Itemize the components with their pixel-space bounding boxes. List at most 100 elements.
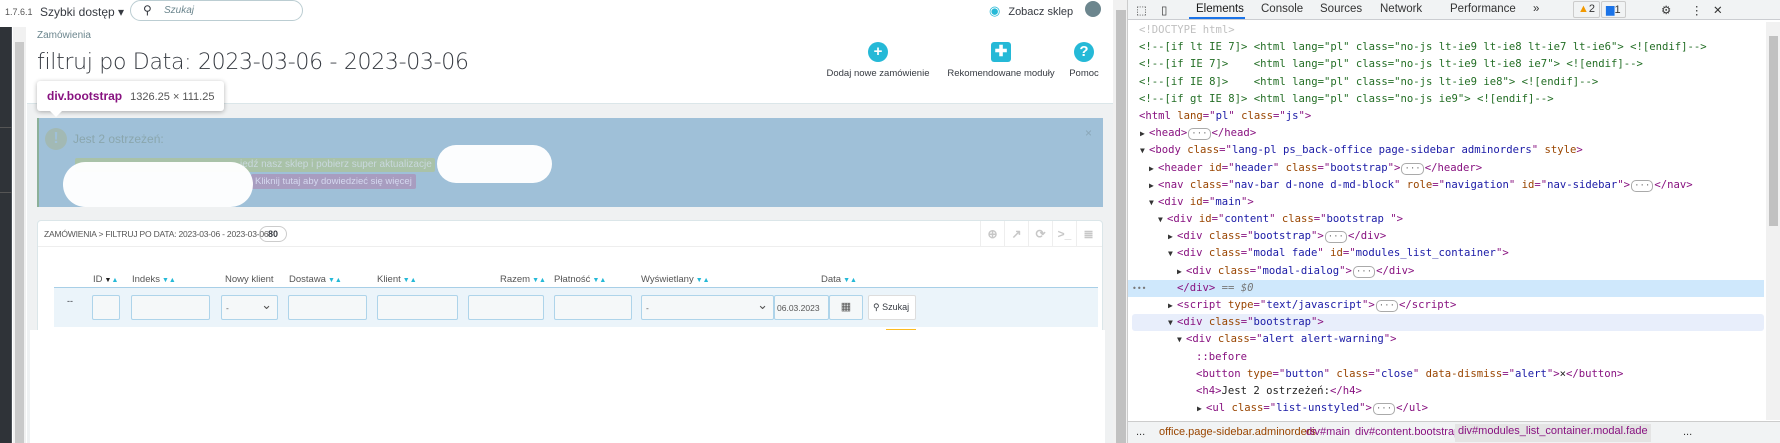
filter-delivery-input[interactable]	[288, 295, 367, 320]
filter-new-client-select[interactable]: -	[221, 295, 278, 320]
dom-node-line[interactable]: <button type="button" class="close" data…	[1128, 366, 1764, 383]
sidebar-scrollbar[interactable]	[13, 27, 26, 443]
expand-triangle-icon[interactable]: ▶	[1197, 400, 1202, 417]
breadcrumb-main[interactable]: div#main	[1306, 426, 1350, 438]
tab-elements[interactable]: Elements	[1196, 3, 1244, 15]
warnings-badge[interactable]: ▲2	[1573, 1, 1601, 18]
dom-node-line[interactable]: ▶ <header id="header" class="bootstrap"> ·…	[1128, 160, 1764, 177]
column-customer[interactable]: Klient ▼▲	[377, 274, 417, 285]
breadcrumb-more-right[interactable]: ...	[1683, 426, 1692, 438]
expand-triangle-icon[interactable]: ▶	[1149, 177, 1154, 194]
filter-customer-input[interactable]	[377, 295, 458, 320]
ellipsis-icon[interactable]: ···	[1631, 179, 1654, 192]
ellipsis-icon[interactable]: ···	[1188, 128, 1211, 141]
more-tabs-button[interactable]: »	[1533, 3, 1539, 15]
dom-node-line[interactable]: ••• </div> == $0	[1128, 279, 1764, 297]
tab-performance[interactable]: Performance	[1450, 3, 1516, 15]
sort-arrows-icon[interactable]: ▼▲	[532, 277, 546, 284]
dom-node-line[interactable]: ▶ <nav class="nav-bar d-none d-md-block" …	[1128, 177, 1764, 194]
dom-node-line[interactable]: ▼ <body class="lang-pl ps_back-office pag…	[1128, 142, 1764, 159]
recommended-modules-button[interactable]: ✚ Rekomendowane moduły	[942, 42, 1060, 79]
dom-node-line[interactable]: ▼ <div id="content" class="bootstrap ">	[1128, 211, 1764, 228]
device-toggle-icon[interactable]: ▯	[1161, 3, 1167, 17]
database-icon[interactable]: ≣	[1076, 221, 1100, 247]
tab-console[interactable]: Console	[1261, 3, 1303, 15]
sort-arrows-icon[interactable]: ▼▲	[403, 277, 417, 284]
filter-reference-input[interactable]	[131, 295, 210, 320]
breadcrumb-content[interactable]: div#content.bootstrap.	[1355, 426, 1463, 438]
export-icon[interactable]: ↗	[1004, 221, 1028, 247]
sql-terminal-icon[interactable]: >_	[1052, 221, 1076, 247]
close-icon[interactable]: ×	[1085, 126, 1092, 140]
tab-network[interactable]: Network	[1380, 3, 1422, 15]
sort-arrows-icon[interactable]: ▼▲	[105, 277, 119, 284]
column-payment[interactable]: Płatność ▼▲	[554, 274, 606, 285]
dom-node-line[interactable]: ▼ <div class="modal fade" id="modules_lis…	[1128, 245, 1764, 262]
filter-total-input[interactable]	[468, 295, 544, 320]
column-displayed[interactable]: Wyświetlany ▼▲	[641, 274, 710, 285]
dom-node-line[interactable]: <!--[if lt IE 7]> <html lang="pl" class=…	[1128, 39, 1764, 56]
refresh-icon[interactable]: ⟳	[1028, 221, 1052, 247]
expand-triangle-icon[interactable]: ▶	[1168, 228, 1173, 245]
dom-tree-scrollbar[interactable]	[1766, 22, 1780, 420]
filter-date-from-input[interactable]: 06.03.2023	[774, 295, 829, 320]
add-icon[interactable]: ⊕	[980, 221, 1004, 247]
column-delivery[interactable]: Dostawa ▼▲	[289, 274, 342, 285]
column-date[interactable]: Data ▼▲	[821, 274, 857, 285]
collapse-triangle-icon[interactable]: ▼	[1149, 194, 1154, 211]
breadcrumb[interactable]: Zamówienia	[37, 30, 91, 41]
collapse-triangle-icon[interactable]: ▼	[1177, 331, 1182, 348]
ellipsis-icon[interactable]: ···	[1324, 231, 1347, 244]
avatar[interactable]	[1085, 1, 1101, 17]
dom-node-line[interactable]: <!--[if IE 8]> <html lang="pl" class="no…	[1128, 74, 1764, 91]
dom-node-line[interactable]: ::before	[1128, 349, 1764, 366]
dom-node-line[interactable]: <!--[if IE 7]> <html lang="pl" class="no…	[1128, 56, 1764, 73]
sort-arrows-icon[interactable]: ▼▲	[162, 277, 176, 284]
ellipsis-icon[interactable]: ···	[1352, 265, 1376, 278]
messages-badge[interactable]: ▆1	[1601, 1, 1626, 18]
column-reference[interactable]: Indeks ▼▲	[132, 274, 176, 285]
dom-node-line[interactable]: <!DOCTYPE html>	[1128, 22, 1764, 39]
breadcrumb-more[interactable]: ...	[1136, 426, 1145, 438]
help-button[interactable]: ? Pomoc	[1066, 42, 1102, 79]
calendar-icon[interactable]: ▦	[829, 295, 863, 320]
collapse-triangle-icon[interactable]: ▼	[1168, 245, 1173, 262]
add-order-button[interactable]: + Dodaj nowe zamówienie	[823, 42, 933, 79]
dom-node-line[interactable]: <h4>Jest 2 ostrzeżeń:</h4>	[1128, 383, 1764, 400]
dom-node-line[interactable]: ▶ <head> ··· </head>	[1128, 125, 1764, 142]
dom-node-line[interactable]: <html lang="pl" class="js">	[1128, 108, 1764, 125]
settings-gear-icon[interactable]: ⚙	[1661, 3, 1671, 17]
dom-node-line[interactable]: ▼ <div class="bootstrap">	[1132, 314, 1764, 332]
inspect-element-icon[interactable]: ⬚	[1136, 3, 1147, 17]
expand-triangle-icon[interactable]: ▶	[1149, 160, 1154, 177]
alert-learn-more-link[interactable]: Kliknij tutaj aby dowiedzieć się więcej	[251, 174, 416, 189]
node-actions-icon[interactable]: •••	[1132, 280, 1146, 297]
ellipsis-icon[interactable]: ···	[1401, 162, 1424, 175]
sort-arrows-icon[interactable]: ▼▲	[696, 277, 710, 284]
expand-triangle-icon[interactable]: ▶	[1140, 125, 1145, 142]
filter-displayed-select[interactable]: -	[641, 295, 774, 320]
sort-arrows-icon[interactable]: ▼▲	[328, 277, 342, 284]
sort-arrows-icon[interactable]: ▼▲	[843, 277, 857, 284]
more-options-icon[interactable]: ⋮	[1691, 3, 1703, 17]
quick-access-dropdown[interactable]: Szybki dostęp ▾	[40, 5, 124, 19]
close-devtools-icon[interactable]: ✕	[1713, 3, 1723, 17]
collapse-triangle-icon[interactable]: ▼	[1140, 142, 1145, 159]
column-id[interactable]: ID ▼▲	[93, 274, 118, 285]
breadcrumb-modules-container[interactable]: div#modules_list_container.modal.fade	[1455, 424, 1651, 442]
search-input[interactable]: ⚲ Szukaj	[130, 0, 303, 21]
dom-node-line[interactable]: ▼ <div id="main">	[1128, 194, 1764, 211]
dom-node-line[interactable]: ▶ <div class="modal-dialog"> ··· </div>	[1128, 263, 1764, 280]
dom-node-line[interactable]: ▼ <div class="alert alert-warning">	[1128, 331, 1764, 348]
view-shop-link[interactable]: ◉ Zobacz sklep	[989, 3, 1073, 19]
filter-payment-input[interactable]	[554, 295, 632, 320]
sort-arrows-icon[interactable]: ▼▲	[592, 277, 606, 284]
tab-sources[interactable]: Sources	[1320, 3, 1362, 15]
filter-id-input[interactable]	[92, 295, 120, 320]
dom-node-line[interactable]: ▶ <div class="bootstrap"> ··· </div>	[1128, 228, 1764, 245]
search-button[interactable]: ⚲ Szukaj	[868, 295, 916, 320]
collapse-triangle-icon[interactable]: ▼	[1168, 314, 1173, 331]
ellipsis-icon[interactable]: ···	[1375, 300, 1399, 312]
expand-triangle-icon[interactable]: ▶	[1168, 297, 1173, 314]
dom-node-line[interactable]: ▶ <script type="text/javascript"> ··· </scr…	[1128, 297, 1764, 314]
